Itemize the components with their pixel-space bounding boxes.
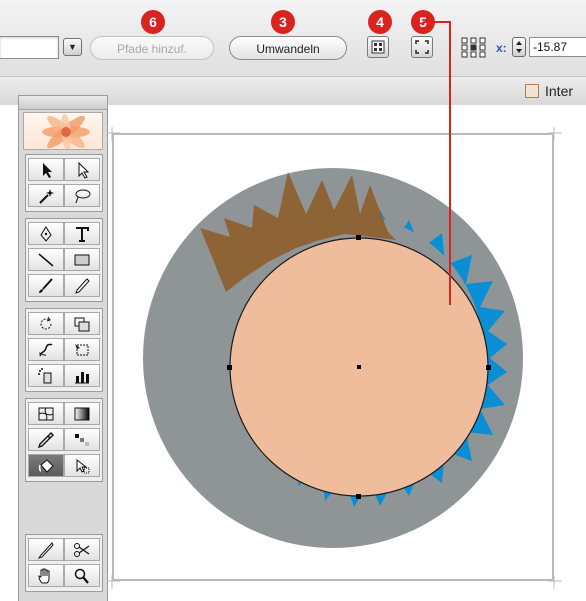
eyedropper-icon — [37, 431, 54, 448]
warp-icon — [38, 342, 53, 356]
lasso-tool[interactable] — [64, 184, 100, 207]
symbol-sprayer-icon — [38, 367, 52, 383]
tool-group-cut-navigate — [25, 534, 103, 592]
app-logo — [23, 112, 103, 150]
zoom-tool[interactable] — [64, 564, 100, 587]
magic-wand-tool[interactable] — [28, 184, 64, 207]
scale-icon — [74, 317, 90, 331]
pen-icon — [40, 225, 52, 242]
gradient-tool[interactable] — [64, 402, 100, 425]
free-transform-tool[interactable] — [64, 338, 100, 361]
scissors-icon — [74, 542, 90, 557]
gradient-icon — [74, 407, 90, 420]
pen-tool[interactable] — [28, 222, 64, 245]
line-icon — [38, 252, 54, 267]
magic-wand-icon — [39, 188, 54, 204]
selection-tool[interactable] — [28, 158, 64, 181]
type-icon — [76, 226, 89, 242]
eyedropper-tool[interactable] — [28, 428, 64, 451]
tool-group-paint — [25, 398, 103, 482]
column-graph-tool[interactable] — [64, 364, 100, 387]
zoom-icon — [74, 568, 89, 584]
paintbrush-tool[interactable] — [28, 274, 64, 297]
selection-arrow-icon — [43, 162, 52, 178]
live-paint-bucket-icon — [38, 458, 54, 473]
warp-tool[interactable] — [28, 338, 64, 361]
live-paint-selection-icon — [76, 458, 90, 473]
line-tool[interactable] — [28, 248, 64, 271]
blend-icon — [75, 433, 89, 446]
tool-group-selection — [25, 154, 103, 212]
rectangle-tool[interactable] — [64, 248, 100, 271]
tools-panel-header[interactable] — [19, 96, 107, 110]
pencil-tool[interactable] — [64, 274, 100, 297]
symbol-sprayer-tool[interactable] — [28, 364, 64, 387]
tools-panel — [18, 95, 108, 601]
column-graph-icon — [75, 371, 89, 383]
paintbrush-icon — [39, 277, 53, 293]
rectangle-icon — [74, 254, 90, 265]
direct-selection-icon — [78, 161, 90, 179]
blend-tool[interactable] — [64, 428, 100, 451]
pencil-icon — [75, 277, 90, 294]
lasso-icon — [75, 189, 91, 203]
free-transform-icon — [75, 343, 89, 355]
tool-group-drawing — [25, 218, 103, 302]
live-paint-selection-tool[interactable] — [64, 454, 100, 477]
scissors-tool[interactable] — [64, 538, 100, 561]
slice-icon — [37, 541, 54, 559]
rotate-icon — [40, 316, 52, 329]
hand-icon — [38, 568, 50, 583]
mesh-icon — [38, 407, 54, 420]
direct-selection-tool[interactable] — [64, 158, 100, 181]
scale-tool[interactable] — [64, 312, 100, 335]
mesh-tool[interactable] — [28, 402, 64, 425]
tool-group-transform — [25, 308, 103, 392]
hand-tool[interactable] — [28, 564, 64, 587]
slice-tool[interactable] — [28, 538, 64, 561]
rotate-tool[interactable] — [28, 312, 64, 335]
type-tool[interactable] — [64, 222, 100, 245]
live-paint-bucket-tool[interactable] — [28, 454, 64, 477]
